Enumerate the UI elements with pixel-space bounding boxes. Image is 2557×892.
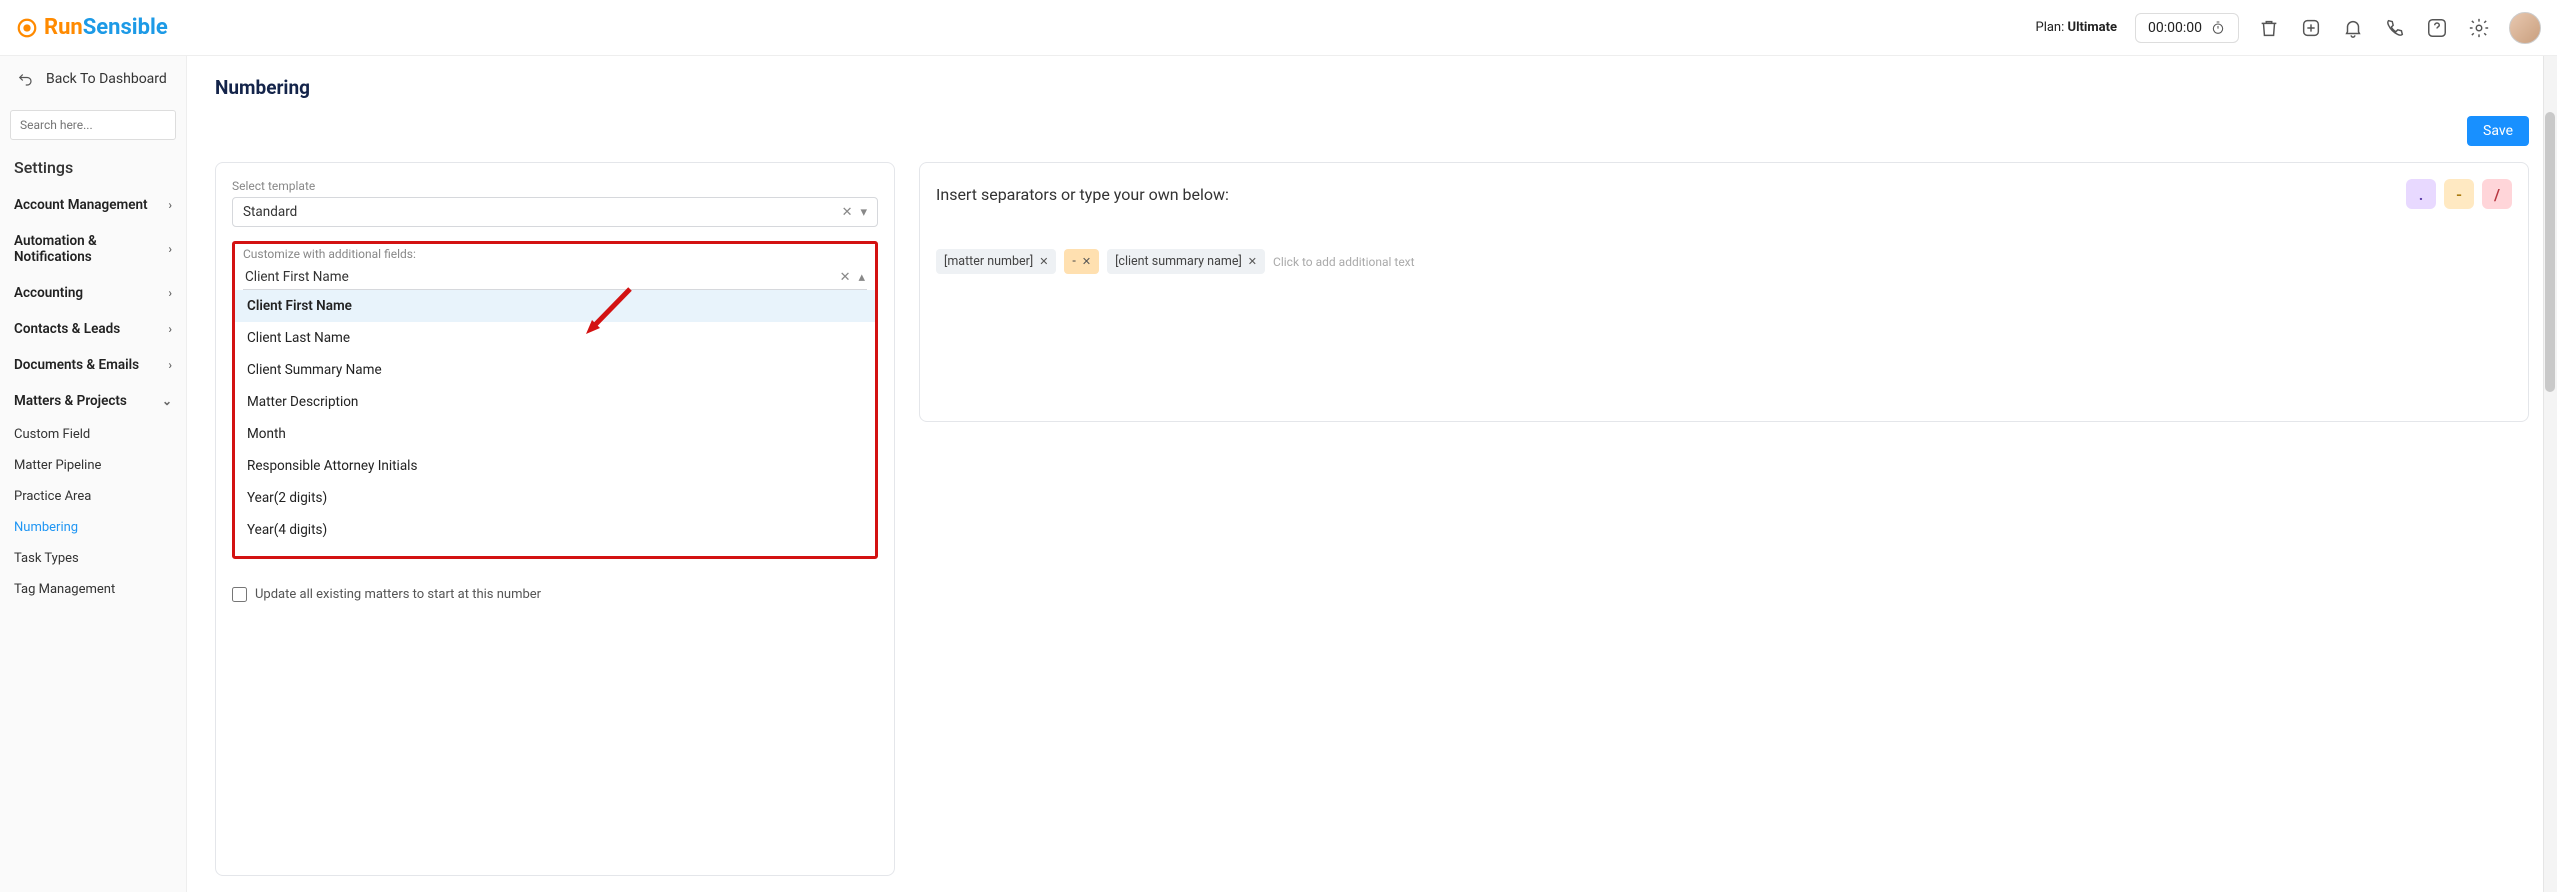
save-button[interactable]: Save: [2467, 116, 2529, 146]
scrollbar[interactable]: [2543, 56, 2557, 892]
nav-accounting[interactable]: Accounting›: [0, 275, 186, 311]
select-template-label: Select template: [232, 179, 878, 193]
dropdown-item[interactable]: Matter Description: [235, 386, 875, 418]
separators-title: Insert separators or type your own below…: [936, 185, 1229, 204]
nav-contacts-leads[interactable]: Contacts & Leads›: [0, 311, 186, 347]
bell-icon[interactable]: [2341, 16, 2365, 40]
customize-label: Customize with additional fields:: [243, 247, 867, 261]
update-existing-checkbox[interactable]: [232, 587, 247, 602]
settings-heading: Settings: [0, 148, 186, 187]
logo-sensible: Sensible: [83, 15, 168, 40]
nav-sub-matter-pipeline[interactable]: Matter Pipeline: [0, 450, 186, 481]
template-panel: Select template Standard ✕ ▾ Customize w…: [215, 162, 895, 876]
clear-icon[interactable]: ✕: [840, 270, 851, 285]
nav-automation-notifications[interactable]: Automation & Notifications›: [0, 223, 186, 275]
chevron-right-icon: ›: [168, 286, 172, 300]
gear-icon[interactable]: [2467, 16, 2491, 40]
scrollbar-thumb[interactable]: [2545, 112, 2555, 392]
dropdown-item[interactable]: Responsible Attorney Initials: [235, 450, 875, 482]
separators-panel: Insert separators or type your own below…: [919, 162, 2529, 422]
update-existing-label: Update all existing matters to start at …: [255, 587, 541, 602]
nav-account-management[interactable]: Account Management›: [0, 187, 186, 223]
tag-matter-number[interactable]: [matter number] ✕: [936, 249, 1056, 274]
remove-tag-icon[interactable]: ✕: [1039, 255, 1048, 268]
timer[interactable]: 00:00:00: [2135, 13, 2239, 43]
separator-dash-button[interactable]: -: [2444, 179, 2474, 209]
chevron-right-icon: ›: [168, 358, 172, 372]
tag-dash[interactable]: - ✕: [1064, 249, 1099, 274]
timer-value: 00:00:00: [2148, 20, 2202, 36]
nav-matters-projects[interactable]: Matters & Projects⌄: [0, 383, 186, 419]
remove-tag-icon[interactable]: ✕: [1248, 255, 1257, 268]
nav-sub-tag-management[interactable]: Tag Management: [0, 574, 186, 605]
nav-documents-emails[interactable]: Documents & Emails›: [0, 347, 186, 383]
nav-sub-task-types[interactable]: Task Types: [0, 543, 186, 574]
chevron-right-icon: ›: [168, 198, 172, 212]
logo-run: Run: [44, 15, 83, 40]
tag-client-summary-name[interactable]: [client summary name] ✕: [1107, 249, 1265, 274]
customize-field-select[interactable]: Client First Name ✕ ▴: [243, 265, 867, 290]
dropdown-item[interactable]: Year(4 digits): [235, 514, 875, 546]
dropdown-item[interactable]: Client First Name: [235, 290, 875, 322]
nav-sub-custom-field[interactable]: Custom Field: [0, 419, 186, 450]
logo[interactable]: RunSensible: [16, 15, 168, 40]
avatar[interactable]: [2509, 12, 2541, 44]
chevron-down-icon[interactable]: ▾: [860, 205, 867, 220]
chevron-up-icon[interactable]: ▴: [858, 270, 865, 285]
nav-sub-numbering[interactable]: Numbering: [0, 512, 186, 543]
nav-sub-practice-area[interactable]: Practice Area: [0, 481, 186, 512]
chevron-right-icon: ›: [168, 322, 172, 336]
highlight-annotation: Customize with additional fields: Client…: [232, 241, 878, 559]
add-icon[interactable]: [2299, 16, 2323, 40]
dropdown-item[interactable]: Client Summary Name: [235, 354, 875, 386]
clear-icon[interactable]: ✕: [842, 205, 853, 220]
search-input[interactable]: [10, 110, 176, 140]
page-title: Numbering: [215, 76, 310, 99]
sidebar: Back To Dashboard Settings Account Manag…: [0, 56, 187, 892]
dropdown-item[interactable]: Client Last Name: [235, 322, 875, 354]
customize-dropdown: Client First Name Client Last Name Clien…: [235, 290, 875, 546]
chevron-right-icon: ›: [168, 242, 172, 256]
dropdown-item[interactable]: Month: [235, 418, 875, 450]
help-icon[interactable]: [2425, 16, 2449, 40]
separator-dot-button[interactable]: .: [2406, 179, 2436, 209]
remove-tag-icon[interactable]: ✕: [1082, 255, 1091, 268]
dropdown-item[interactable]: Year(2 digits): [235, 482, 875, 514]
trash-icon[interactable]: [2257, 16, 2281, 40]
phone-icon[interactable]: [2383, 16, 2407, 40]
select-template[interactable]: Standard ✕ ▾: [232, 197, 878, 227]
plan-label: Plan: Ultimate: [2036, 20, 2118, 35]
back-to-dashboard[interactable]: Back To Dashboard: [0, 56, 186, 102]
separator-slash-button[interactable]: /: [2482, 179, 2512, 209]
add-additional-text[interactable]: Click to add additional text: [1273, 255, 1415, 269]
chevron-down-icon: ⌄: [162, 394, 172, 408]
